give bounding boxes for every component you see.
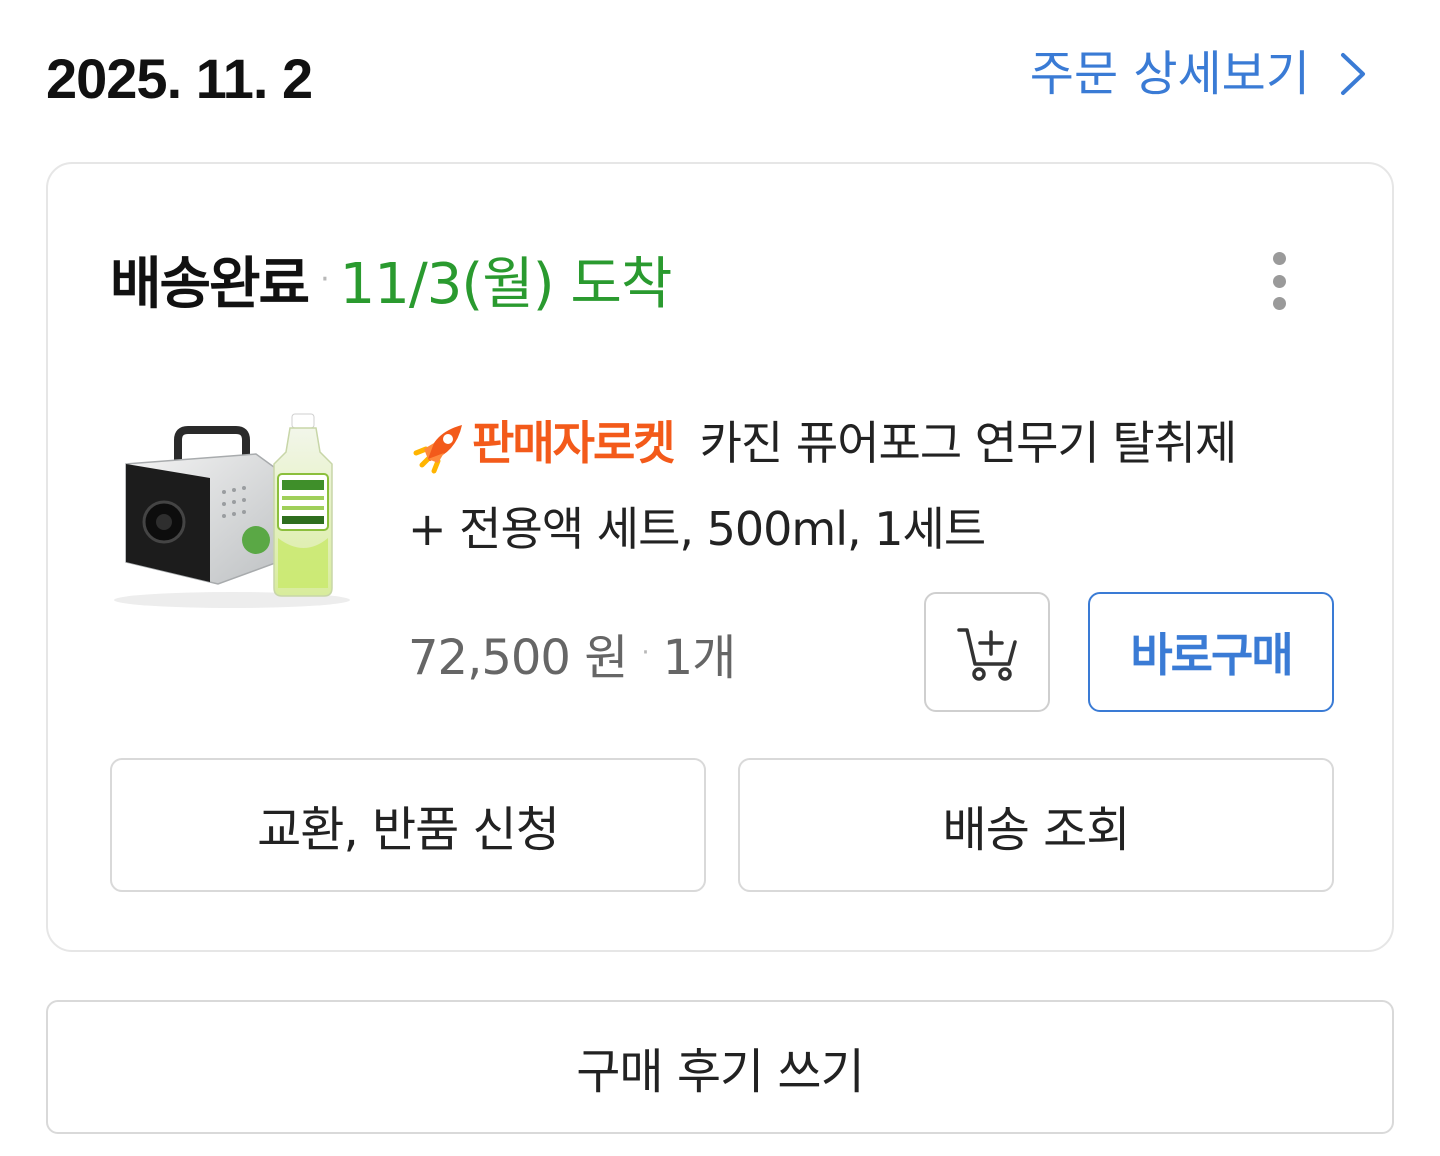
separator-dot: · <box>320 261 330 297</box>
seller-rocket-label: 판매자로켓 <box>472 416 676 470</box>
more-options-button[interactable] <box>1254 246 1304 316</box>
track-delivery-button[interactable]: 배송 조회 <box>738 758 1334 892</box>
add-to-cart-button[interactable] <box>924 592 1050 712</box>
buy-now-button[interactable]: 바로구매 <box>1088 592 1334 712</box>
order-detail-label: 주문 상세보기 <box>1029 46 1310 102</box>
cart-plus-icon <box>957 628 1017 681</box>
more-vertical-icon-dot <box>1272 252 1286 265</box>
product-price: 72,500 원 <box>408 630 628 686</box>
order-detail-link[interactable]: 주문 상세보기 <box>1030 42 1368 106</box>
product-name-line2: + 전용액 세트, 500ml, 1세트 <box>408 502 986 556</box>
seller-rocket-badge: 판매자로켓 <box>408 400 676 486</box>
exchange-return-button[interactable]: 교환, 반품 신청 <box>110 758 706 892</box>
price-quantity-row: 72,500 원 · 1개 <box>408 616 737 690</box>
order-card: 배송완료 · 11/3(월) 도착 판매자로켓 카진 퓨어포그 연무기 탈취제 … <box>46 162 1394 952</box>
write-review-button[interactable]: 구매 후기 쓰기 <box>46 1000 1394 1134</box>
more-vertical-icon-dot <box>1272 297 1286 310</box>
delivery-status-row: 배송완료 · 11/3(월) 도착 <box>110 242 672 317</box>
separator-dot: · <box>641 638 649 668</box>
product-name-line1: 카진 퓨어포그 연무기 탈취제 <box>699 416 1238 470</box>
product-title[interactable]: 판매자로켓 카진 퓨어포그 연무기 탈취제 + 전용액 세트, 500ml, 1… <box>408 400 1328 572</box>
rocket-icon <box>413 425 462 474</box>
arrival-date: 11/3(월) 도착 <box>339 251 673 317</box>
product-quantity: 1개 <box>662 630 737 686</box>
product-image[interactable] <box>106 412 358 612</box>
chevron-right-icon <box>1341 53 1365 95</box>
delivery-status: 배송완료 <box>110 251 310 317</box>
order-list-page: 2025. 11. 2 주문 상세보기 배송완료 · 11/3(월) 도착 판매… <box>0 0 1440 1156</box>
more-vertical-icon-dot <box>1272 274 1286 288</box>
order-date: 2025. 11. 2 <box>46 47 313 110</box>
